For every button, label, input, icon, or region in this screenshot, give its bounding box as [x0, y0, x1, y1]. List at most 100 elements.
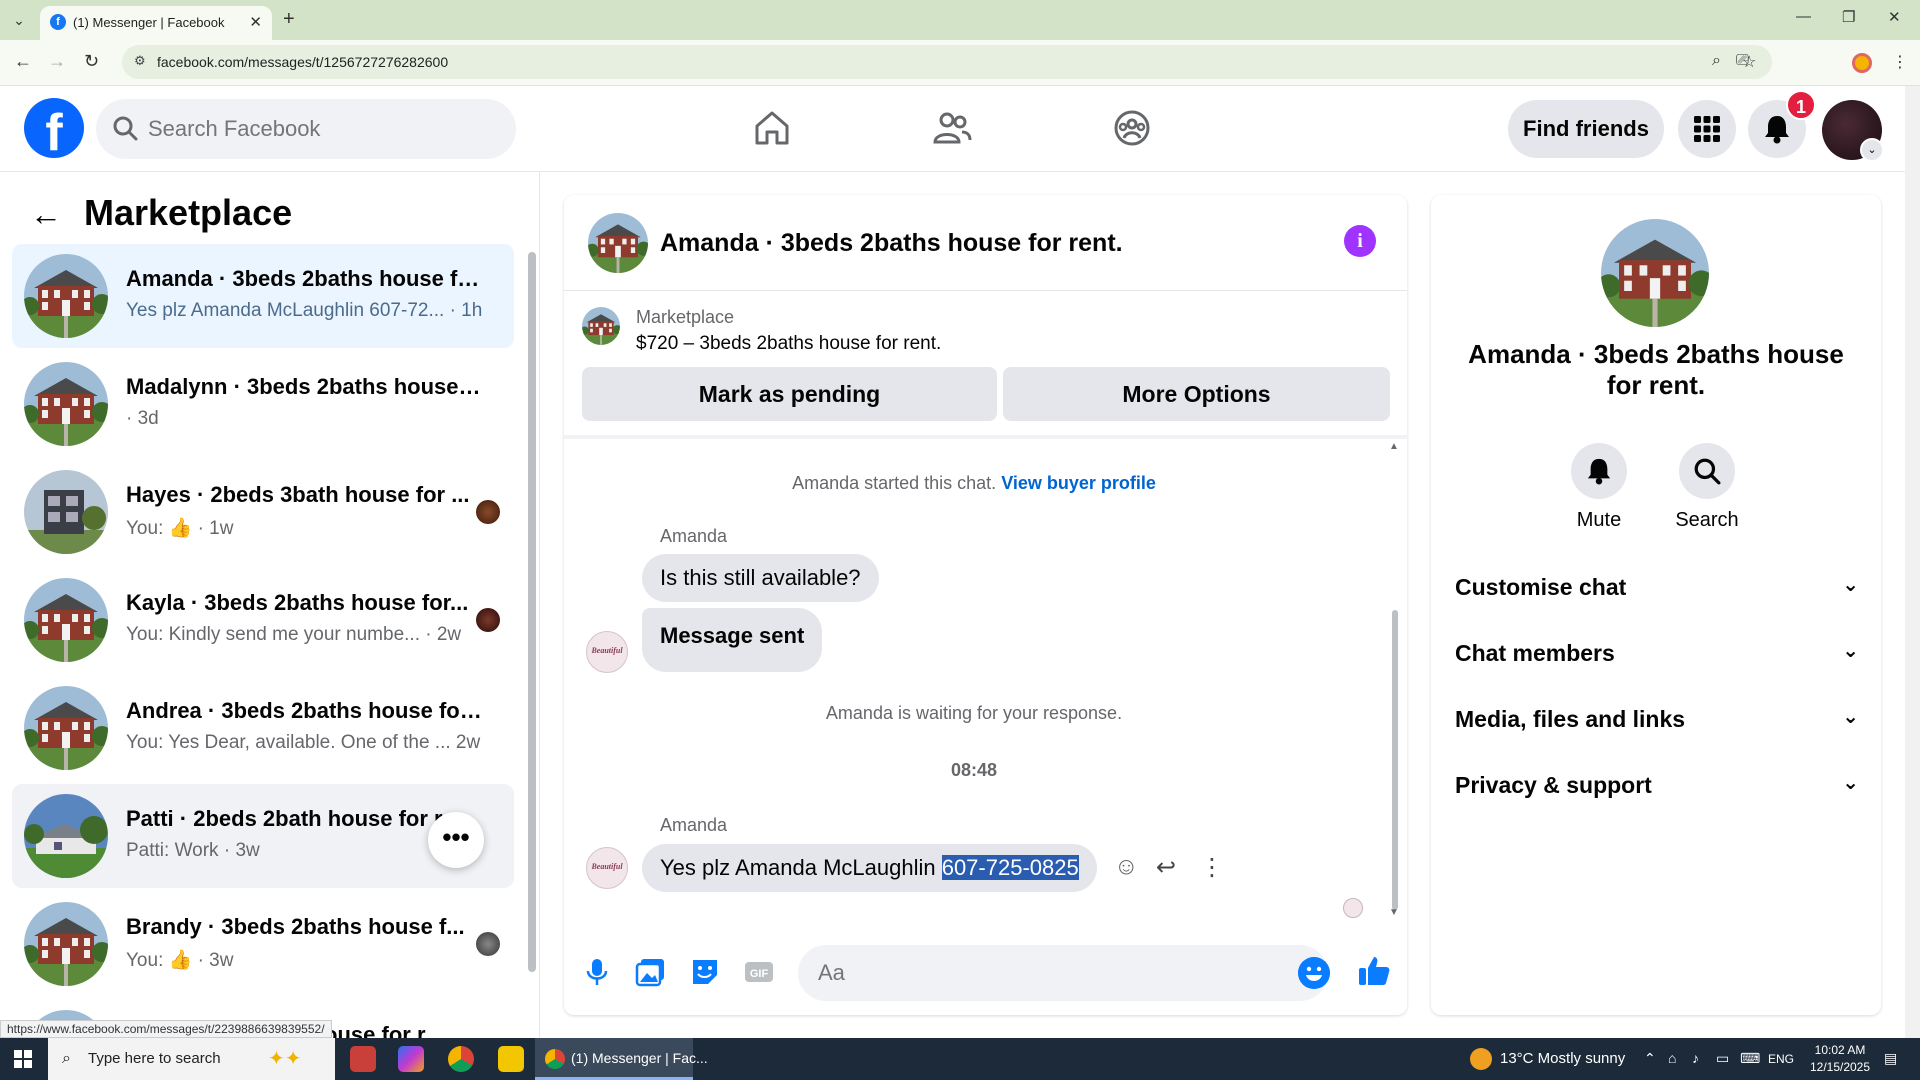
photo-gallery-icon[interactable]	[634, 955, 668, 989]
conversation-item[interactable]: Hayes · 2beds 3bath house for ... You: 👍…	[12, 460, 514, 564]
divider	[564, 435, 1407, 439]
new-tab-plus-icon[interactable]: +	[283, 8, 295, 31]
groups-icon[interactable]	[1112, 108, 1152, 148]
message-bubble[interactable]: Yes plz Amanda McLaughlin 607-725-0825	[642, 844, 1097, 892]
listing-thumbnail	[24, 362, 108, 446]
taskbar-search[interactable]: ⌕ Type here to search ✦✦	[48, 1038, 335, 1080]
conversation-item[interactable]: Kayla · 3beds 2baths house for... You: K…	[12, 568, 514, 672]
site-info-icon[interactable]: ⚙	[134, 53, 146, 69]
conversation-item[interactable]: Amanda · 3beds 2baths house fo... Yes pl…	[12, 244, 514, 348]
zoom-icon[interactable]: ⌕	[1712, 52, 1721, 70]
search-in-chat-button[interactable]: Search	[1667, 443, 1747, 532]
search-icon: ⌕	[62, 1050, 71, 1067]
sender-avatar[interactable]: Beautiful	[586, 847, 628, 889]
friends-icon[interactable]	[932, 108, 972, 148]
find-friends-button[interactable]: Find friends	[1508, 100, 1664, 158]
home-icon[interactable]	[752, 108, 792, 148]
microphone-icon[interactable]	[580, 955, 614, 989]
browser-menu-icon[interactable]: ⋮	[1892, 52, 1908, 72]
avatar-logo-text: Beautiful	[591, 862, 623, 871]
tray-display-icon[interactable]: ▭	[1716, 1050, 1729, 1067]
tab-close-icon[interactable]: ✕	[249, 13, 262, 31]
privacy-support-row[interactable]: Privacy & support ⌄	[1455, 760, 1859, 810]
message-bubble[interactable]: Message sent	[642, 608, 823, 672]
listing-thumbnail	[24, 686, 108, 770]
customise-chat-row[interactable]: Customise chat ⌄	[1455, 562, 1859, 612]
media-files-links-row[interactable]: Media, files and links ⌄	[1455, 694, 1859, 744]
thumbs-up-send-icon[interactable]	[1356, 953, 1392, 989]
window-close-icon[interactable]: ✕	[1888, 8, 1901, 26]
marketplace-title: Marketplace	[84, 192, 293, 233]
weather-text[interactable]: 13°C Mostly sunny	[1500, 1050, 1625, 1067]
search-box[interactable]	[96, 99, 516, 159]
chat-started-notice: Amanda started this chat. View buyer pro…	[564, 473, 1384, 494]
back-arrow-icon[interactable]: ←	[30, 196, 62, 233]
language-indicator[interactable]: ENG	[1768, 1052, 1794, 1066]
conversation-list-scrollbar[interactable]	[528, 252, 536, 972]
page-scrollbar[interactable]	[1905, 86, 1920, 1038]
taskbar-app-icon[interactable]	[350, 1046, 376, 1072]
listing-thumbnail	[24, 902, 108, 986]
windows-start-icon[interactable]	[14, 1050, 32, 1068]
browser-tab-messenger[interactable]: f (1) Messenger | Facebook ✕	[40, 6, 272, 40]
reply-icon[interactable]: ↩	[1156, 853, 1176, 882]
chat-title[interactable]: Amanda · 3beds 2baths house for rent.	[660, 229, 1123, 258]
url-text[interactable]: facebook.com/messages/t/1256727276282600	[157, 54, 448, 70]
more-options-button[interactable]: More Options	[1003, 367, 1390, 421]
copilot-icon[interactable]	[398, 1046, 424, 1072]
conversation-options-button[interactable]: •••	[428, 812, 484, 868]
chrome-icon[interactable]	[448, 1046, 474, 1072]
listing-price-title[interactable]: $720 – 3beds 2baths house for rent.	[636, 333, 941, 355]
chat-members-row[interactable]: Chat members ⌄	[1455, 628, 1859, 678]
menu-grid-button[interactable]	[1678, 100, 1736, 158]
tray-chevron-up-icon[interactable]: ⌃	[1644, 1050, 1656, 1067]
more-actions-icon[interactable]: ⋮	[1200, 853, 1224, 882]
conversation-snippet: · 3d	[126, 408, 159, 429]
search-input[interactable]	[148, 111, 498, 147]
message-bubble[interactable]: Is this still available?	[642, 554, 879, 602]
sticker-icon[interactable]	[688, 955, 722, 989]
mark-as-pending-button[interactable]: Mark as pending	[582, 367, 997, 421]
listing-image[interactable]	[1601, 219, 1709, 327]
chat-listing-thumbnail[interactable]	[588, 213, 648, 273]
tray-keyboard-icon[interactable]: ⌨	[1740, 1050, 1760, 1067]
view-buyer-profile-link[interactable]: View buyer profile	[1001, 473, 1156, 493]
profile-extension-icon[interactable]	[1852, 53, 1872, 73]
sender-avatar[interactable]: Beautiful	[586, 631, 628, 673]
conversation-item[interactable]: Andrea · 3beds 2baths house for ... You:…	[12, 676, 514, 780]
selected-phone-number[interactable]: 607-725-0825	[941, 855, 1079, 880]
facebook-logo-icon[interactable]: f	[24, 98, 84, 158]
sticky-notes-icon[interactable]	[498, 1046, 524, 1072]
window-restore-icon[interactable]: ❐	[1842, 8, 1855, 26]
window-minimize-icon[interactable]: —	[1796, 8, 1811, 25]
install-app-icon[interactable]: ⎚	[1736, 52, 1749, 70]
back-arrow-icon[interactable]: ←	[14, 51, 32, 72]
weather-sun-icon[interactable]	[1470, 1048, 1492, 1070]
conversation-item[interactable]: Brandy · 3beds 2baths house f... You: 👍 …	[12, 892, 514, 996]
gif-icon[interactable]: GIF	[742, 955, 776, 989]
forward-arrow-icon[interactable]: →	[48, 51, 66, 72]
info-icon[interactable]: i	[1344, 225, 1376, 257]
account-chevron-down-icon[interactable]: ⌄	[1860, 138, 1884, 162]
conversation-item[interactable]: Madalynn · 3beds 2baths house f... · 3d	[12, 352, 514, 456]
conversation-name: Amanda · 3beds 2baths house fo...	[126, 266, 486, 291]
taskbar-clock[interactable]: 10:02 AM 12/15/2025	[1800, 1042, 1880, 1076]
conversation-item[interactable]: Patti · 2beds 2bath house for r... Patti…	[12, 784, 514, 888]
taskbar-active-window[interactable]: (1) Messenger | Fac...	[535, 1038, 708, 1080]
react-emoji-icon[interactable]: ☺	[1114, 853, 1139, 881]
reload-icon[interactable]: ↻	[84, 51, 99, 72]
message-text: Yes plz Amanda McLaughlin	[660, 855, 942, 880]
emoji-icon[interactable]	[1298, 957, 1330, 989]
tray-volume-icon[interactable]: ♪	[1692, 1050, 1699, 1066]
scroll-down-arrow-icon[interactable]: ▼	[1389, 907, 1399, 918]
waiting-notice: Amanda is waiting for your response.	[825, 703, 1123, 723]
conversation-list-panel: ← Marketplace Amanda · 3beds 2baths hous…	[0, 172, 540, 1038]
address-bar[interactable]: ⚙ facebook.com/messages/t/12567272762826…	[122, 45, 1772, 79]
tray-network-icon[interactable]: ⌂	[1668, 1050, 1676, 1066]
notification-center-icon[interactable]: ▤	[1884, 1050, 1897, 1067]
message-input[interactable]	[798, 945, 1328, 1001]
mute-button[interactable]: Mute	[1559, 443, 1639, 532]
tab-search-chevron-icon[interactable]: ⌄	[8, 9, 30, 31]
scroll-up-arrow-icon[interactable]: ▲	[1389, 441, 1399, 452]
chat-scrollbar[interactable]	[1392, 610, 1398, 910]
